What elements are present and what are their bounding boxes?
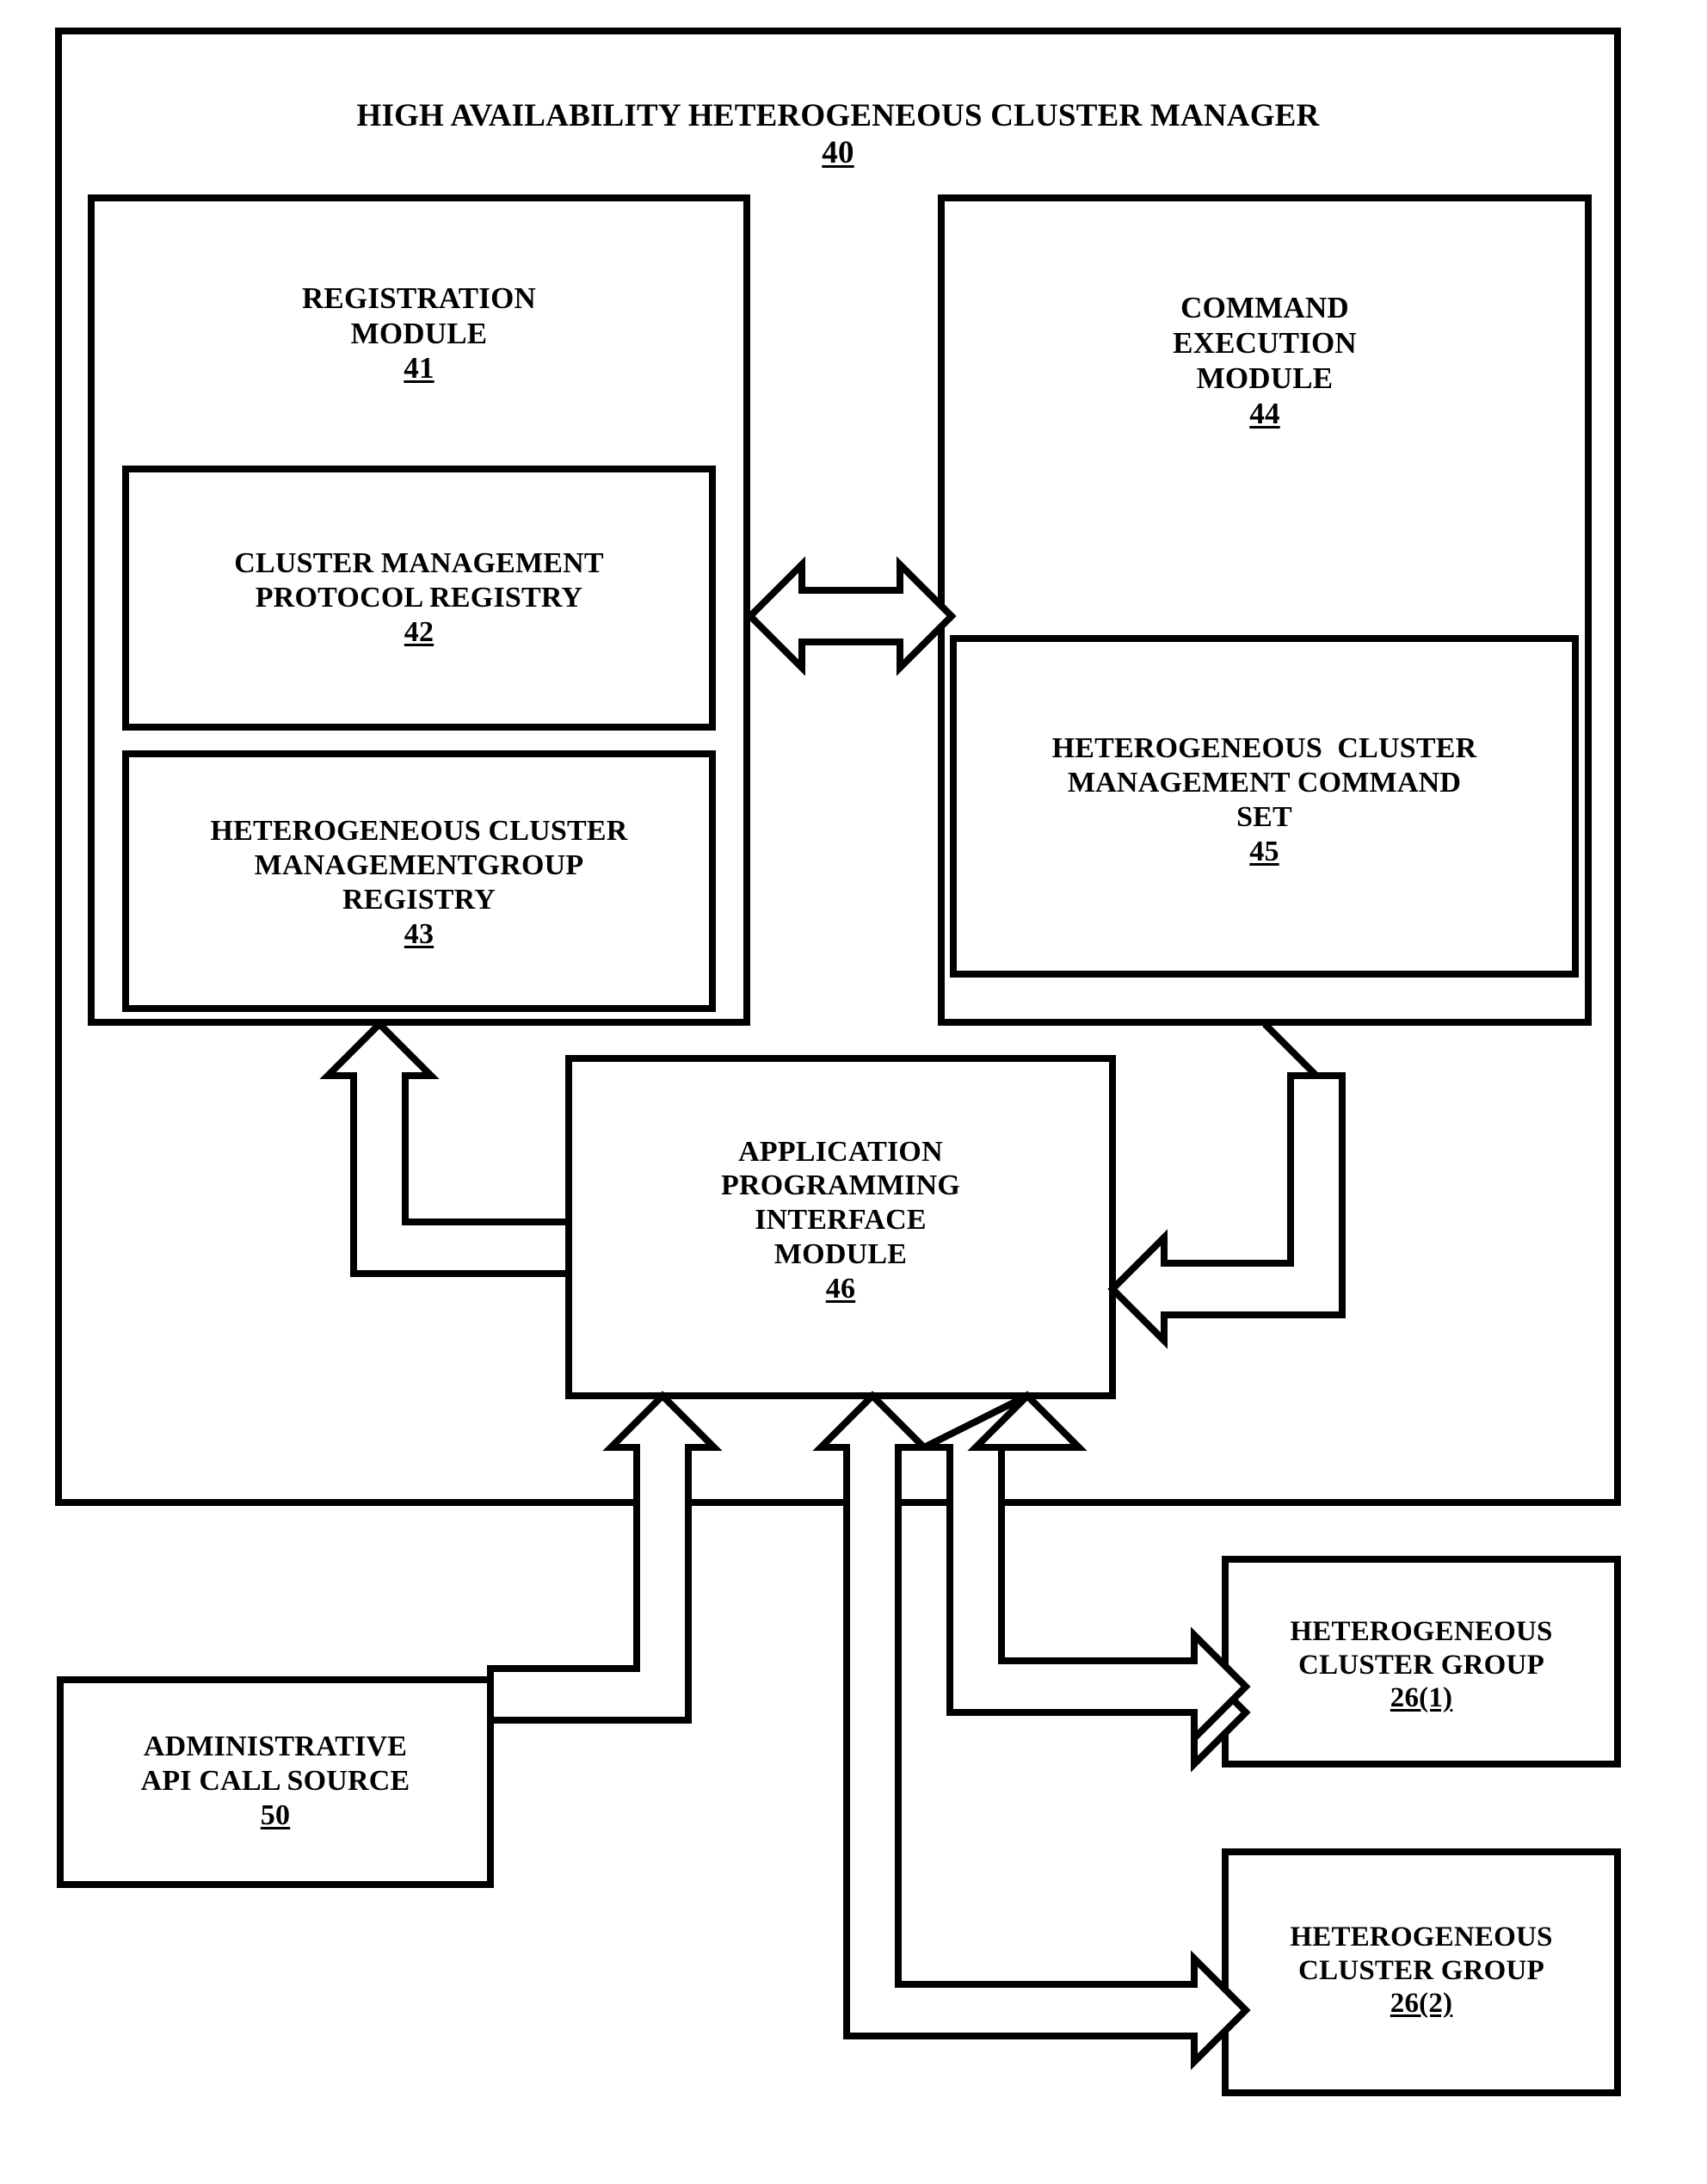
patent-figure: HIGH AVAILABILITY HETEROGENEOUS CLUSTER … <box>0 0 1707 2184</box>
arrow-api-to-cluster-group-1-clean <box>922 1392 1251 1747</box>
diagram-line-art-overlay <box>922 1392 1251 1747</box>
